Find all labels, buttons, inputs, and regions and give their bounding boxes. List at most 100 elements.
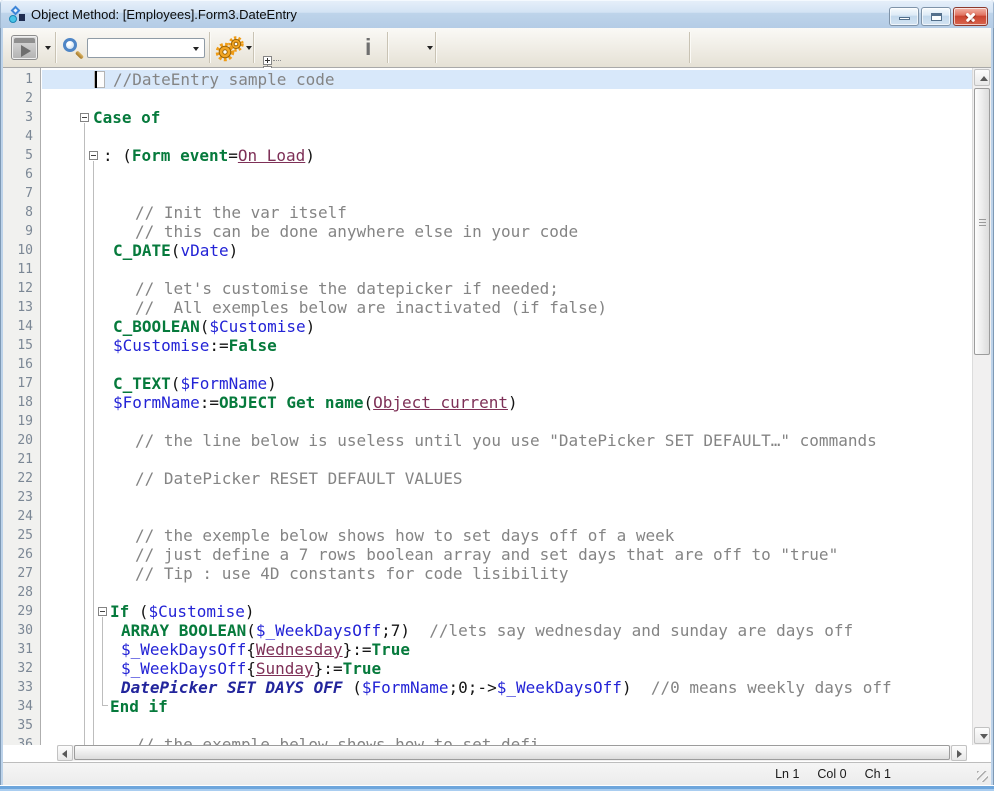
code-line[interactable] bbox=[42, 488, 972, 507]
code-line[interactable]: // the exemple below shows how to set de… bbox=[42, 735, 972, 745]
search-dropdown-arrow[interactable] bbox=[193, 47, 199, 51]
code-line[interactable]: : (Form event=On Load) bbox=[42, 146, 972, 165]
method-settings-button[interactable] bbox=[215, 36, 245, 67]
line-number[interactable]: 23 bbox=[3, 488, 40, 507]
line-number[interactable]: 30 bbox=[3, 621, 40, 640]
minimize-button[interactable] bbox=[889, 7, 919, 26]
code-line[interactable]: $FormName:=OBJECT Get name(Object curren… bbox=[42, 393, 972, 412]
search-input[interactable] bbox=[91, 40, 189, 56]
search-combobox[interactable] bbox=[87, 38, 205, 58]
code-line[interactable] bbox=[42, 89, 972, 108]
close-button[interactable] bbox=[953, 7, 988, 26]
line-number[interactable]: 27 bbox=[3, 564, 40, 583]
line-number[interactable]: 13 bbox=[3, 298, 40, 317]
code-line[interactable]: // Tip : use 4D constants for code lisib… bbox=[42, 564, 972, 583]
code-line[interactable]: // Init the var itself bbox=[42, 203, 972, 222]
line-number[interactable]: 24 bbox=[3, 507, 40, 526]
fold-toggle[interactable] bbox=[98, 607, 107, 616]
code-line[interactable]: // this can be done anywhere else in you… bbox=[42, 222, 972, 241]
line-number[interactable]: 1 bbox=[3, 70, 40, 89]
line-number[interactable]: 25 bbox=[3, 526, 40, 545]
macro-dropdown-arrow[interactable] bbox=[427, 46, 433, 50]
code-line[interactable] bbox=[42, 127, 972, 146]
line-number[interactable]: 6 bbox=[3, 165, 40, 184]
code-line[interactable] bbox=[42, 716, 972, 735]
code-line[interactable] bbox=[42, 260, 972, 279]
scroll-right-button[interactable] bbox=[951, 745, 967, 761]
code-line[interactable] bbox=[42, 450, 972, 469]
code-line[interactable]: // DatePicker RESET DEFAULT VALUES bbox=[42, 469, 972, 488]
code-line[interactable]: // All exemples below are inactivated (i… bbox=[42, 298, 972, 317]
line-number[interactable]: 29 bbox=[3, 602, 40, 621]
line-number[interactable]: 36 bbox=[3, 735, 40, 745]
line-number[interactable]: 32 bbox=[3, 659, 40, 678]
code-line[interactable]: C_BOOLEAN($Customise) bbox=[42, 317, 972, 336]
code-line[interactable]: // let's customise the datepicker if nee… bbox=[42, 279, 972, 298]
vertical-scroll-thumb[interactable] bbox=[974, 88, 990, 355]
horizontal-scroll-thumb[interactable] bbox=[74, 745, 950, 760]
code-line[interactable]: $_WeekDaysOff{Wednesday}:=True bbox=[42, 640, 972, 659]
scroll-up-button[interactable] bbox=[974, 69, 990, 86]
code-line[interactable] bbox=[42, 507, 972, 526]
run-dropdown-arrow[interactable] bbox=[45, 46, 51, 50]
line-number[interactable]: 3 bbox=[3, 108, 40, 127]
code-line[interactable] bbox=[42, 583, 972, 602]
code-line[interactable] bbox=[42, 165, 972, 184]
line-number[interactable]: 22 bbox=[3, 469, 40, 488]
code-line[interactable]: DatePicker SET DAYS OFF ($FormName;0;->$… bbox=[42, 678, 972, 697]
code-line[interactable]: // the exemple below shows how to set da… bbox=[42, 526, 972, 545]
line-number[interactable]: 14 bbox=[3, 317, 40, 336]
line-number[interactable]: 21 bbox=[3, 450, 40, 469]
line-number[interactable]: 28 bbox=[3, 583, 40, 602]
code-line[interactable]: // the line below is useless until you u… bbox=[42, 431, 972, 450]
resize-grip[interactable] bbox=[977, 771, 988, 782]
code-line[interactable]: //DateEntry sample code bbox=[42, 70, 972, 89]
code-line[interactable]: ARRAY BOOLEAN($_WeekDaysOff;7) //lets sa… bbox=[42, 621, 972, 640]
code-line[interactable] bbox=[42, 412, 972, 431]
fold-guide-line bbox=[93, 161, 94, 745]
line-number[interactable]: 8 bbox=[3, 203, 40, 222]
line-number[interactable]: 12 bbox=[3, 279, 40, 298]
code-line[interactable] bbox=[42, 184, 972, 203]
line-number[interactable]: 15 bbox=[3, 336, 40, 355]
line-number[interactable]: 17 bbox=[3, 374, 40, 393]
vertical-scrollbar[interactable] bbox=[972, 68, 991, 745]
line-number[interactable]: 35 bbox=[3, 716, 40, 735]
line-number[interactable]: 18 bbox=[3, 393, 40, 412]
code-line[interactable] bbox=[42, 355, 972, 374]
scroll-down-button[interactable] bbox=[974, 727, 990, 744]
maximize-button[interactable] bbox=[921, 7, 951, 26]
fold-toggle[interactable] bbox=[89, 151, 98, 160]
code-line[interactable]: // just define a 7 rows boolean array an… bbox=[42, 545, 972, 564]
line-number[interactable]: 9 bbox=[3, 222, 40, 241]
line-number[interactable]: 16 bbox=[3, 355, 40, 374]
line-number[interactable]: 31 bbox=[3, 640, 40, 659]
line-number[interactable]: 34 bbox=[3, 697, 40, 716]
code-line[interactable]: End if bbox=[42, 697, 972, 716]
code-line[interactable]: If ($Customise) bbox=[42, 602, 972, 621]
code-line[interactable]: $Customise:=False bbox=[42, 336, 972, 355]
line-number[interactable]: 7 bbox=[3, 184, 40, 203]
line-number[interactable]: 19 bbox=[3, 412, 40, 431]
line-number[interactable]: 10 bbox=[3, 241, 40, 260]
fold-toggle[interactable] bbox=[80, 113, 89, 122]
run-button[interactable] bbox=[11, 35, 38, 60]
settings-dropdown-arrow[interactable] bbox=[246, 46, 252, 50]
code-line[interactable]: C_DATE(vDate) bbox=[42, 241, 972, 260]
line-number[interactable]: 2 bbox=[3, 89, 40, 108]
scroll-left-button[interactable] bbox=[57, 745, 73, 761]
code-lines[interactable]: //DateEntry sample code Case of : (Form ev… bbox=[42, 68, 972, 745]
titlebar[interactable]: Object Method: [Employees].Form3.DateEnt… bbox=[0, 0, 994, 28]
code-line[interactable]: $_WeekDaysOff{Sunday}:=True bbox=[42, 659, 972, 678]
info-button[interactable]: i bbox=[365, 36, 371, 59]
line-number[interactable]: 4 bbox=[3, 127, 40, 146]
code-line[interactable]: Case of bbox=[42, 108, 972, 127]
line-number[interactable]: 20 bbox=[3, 431, 40, 450]
horizontal-scrollbar[interactable] bbox=[57, 745, 967, 761]
line-number[interactable]: 26 bbox=[3, 545, 40, 564]
line-number[interactable]: 5 bbox=[3, 146, 40, 165]
code-line[interactable]: C_TEXT($FormName) bbox=[42, 374, 972, 393]
line-number[interactable]: 11 bbox=[3, 260, 40, 279]
code-editor[interactable]: 1234567891011121314151617181920212223242… bbox=[3, 68, 991, 745]
line-number[interactable]: 33 bbox=[3, 678, 40, 697]
